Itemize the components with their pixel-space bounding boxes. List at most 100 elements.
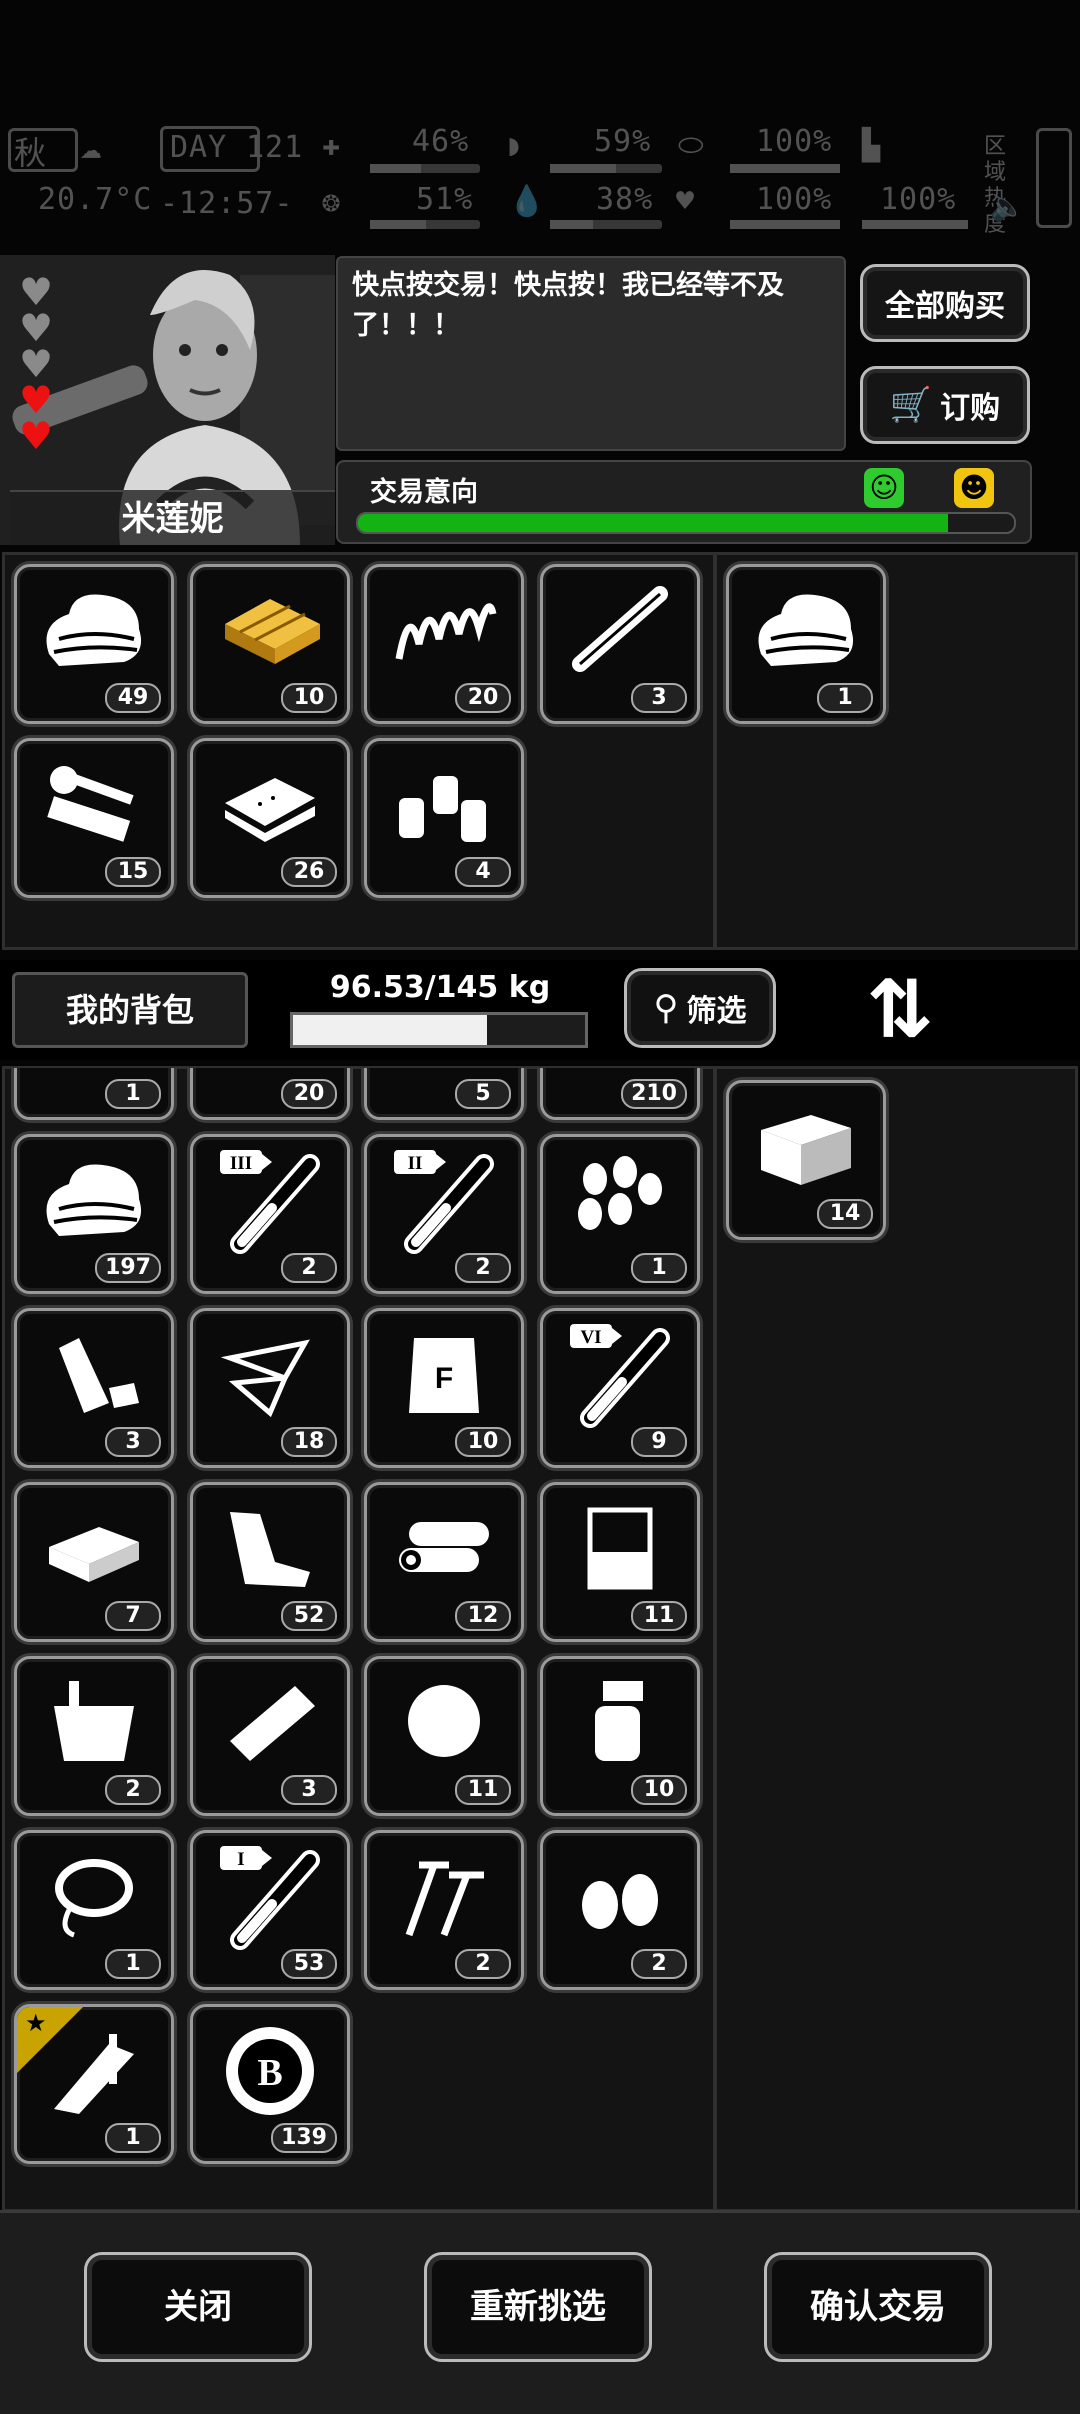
stat-value: 51% [416, 182, 474, 217]
confirm-trade-button[interactable]: 确认交易 [764, 2252, 992, 2362]
item-slot[interactable]: 1 [540, 1134, 700, 1294]
cotton-icon [367, 1659, 521, 1783]
item-slot[interactable]: 26 [190, 738, 350, 898]
item-count: 9 [631, 1427, 687, 1457]
item-slot[interactable]: 7 [14, 1482, 174, 1642]
item-count: 2 [455, 1253, 511, 1283]
item-slot[interactable]: 11 [364, 1656, 524, 1816]
item-slot[interactable]: 11 [540, 1482, 700, 1642]
item-slot[interactable]: 2 [14, 1656, 174, 1816]
temperature: 20.7°C [38, 182, 153, 217]
item-count: 10 [455, 1427, 511, 1457]
stat-bar [370, 220, 480, 229]
item-slot[interactable]: 10 [190, 564, 350, 724]
logs-icon [367, 1485, 521, 1609]
item-slot[interactable]: 15 [14, 738, 174, 898]
item-slot[interactable]: 14 [726, 1080, 886, 1240]
flour-sack-icon: F [367, 1311, 521, 1435]
star-icon: ★ [25, 2009, 47, 2037]
swap-icon[interactable]: ⇅ [850, 960, 950, 1060]
bag-item-grid: 1 20 5 210 197 III 2 II 2 1 3 18 F 10 VI 9 7 52 12 11 2 3 11 10… [0, 1068, 714, 2210]
item-count: 1 [105, 2123, 161, 2153]
item-count: 3 [105, 1427, 161, 1457]
nails-icon [367, 1833, 521, 1957]
item-count: 1 [105, 1949, 161, 1979]
item-count: 1 [631, 1253, 687, 1283]
item-slot[interactable]: 18 [190, 1308, 350, 1468]
weight-bar-fill [293, 1015, 488, 1045]
seeds-icon [543, 1137, 697, 1261]
order-button[interactable]: 🛒 订购 [860, 366, 1030, 444]
item-slot[interactable]: 1 [726, 564, 886, 724]
buy-all-button[interactable]: 全部购买 [860, 264, 1030, 342]
bread-icon [193, 741, 347, 865]
rope-icon [17, 1833, 171, 1957]
cart-icon: 🛒 [889, 385, 933, 425]
item-slot[interactable]: 1 ★ [14, 2004, 174, 2164]
my-bag-tab[interactable]: 我的背包 [12, 972, 248, 1048]
item-slot[interactable]: 3 [540, 564, 700, 724]
pipe-icon [543, 567, 697, 691]
item-slot[interactable]: B 139 [190, 2004, 350, 2164]
item-slot[interactable]: F 10 [364, 1308, 524, 1468]
item-count: 210 [621, 1079, 687, 1109]
item-slot[interactable]: 49 [14, 564, 174, 724]
item-slot[interactable]: 10 [540, 1656, 700, 1816]
item-count: 1 [105, 1079, 161, 1109]
clock: -12:57- [160, 186, 294, 221]
stat-value: 38% [596, 182, 654, 217]
water-icon: 💧 [508, 184, 547, 219]
beaker-icon [543, 1485, 697, 1609]
item-slot[interactable]: 2 [540, 1830, 700, 1990]
spray-bottle-icon [543, 1659, 697, 1783]
weather-icon: ☁ [80, 126, 103, 167]
order-label: 订购 [940, 391, 1001, 426]
filter-label: 筛选 [686, 994, 747, 1029]
filter-button[interactable]: ⚲ 筛选 [624, 968, 776, 1048]
search-icon: ⚲ [653, 988, 679, 1028]
item-slot[interactable]: 4 [364, 738, 524, 898]
item-slot[interactable]: 3 [14, 1308, 174, 1468]
stat-bar [550, 220, 662, 229]
item-slot[interactable]: 20 [190, 1068, 350, 1120]
trade-screen: { "status": { "season": "秋", "day_label"… [0, 0, 1080, 2414]
bucket-icon [17, 1659, 171, 1783]
item-count: 3 [631, 683, 687, 713]
item-count: 3 [281, 1775, 337, 1805]
day-number: 121 [246, 130, 304, 165]
item-slot[interactable]: 210 [540, 1068, 700, 1120]
weight-bar [290, 1012, 588, 1048]
heart-full-icon: ♥ [18, 414, 54, 458]
reselect-button[interactable]: 重新挑选 [424, 2252, 652, 2362]
bitcoin-chip-icon: B [193, 2007, 347, 2131]
trade-intent-panel: 交易意向 ☺ ☻ [336, 460, 1032, 544]
item-slot[interactable]: I 53 [190, 1830, 350, 1990]
season-label: 秋 [14, 134, 48, 172]
item-slot[interactable]: 5 [364, 1068, 524, 1120]
item-slot[interactable]: III 2 [190, 1134, 350, 1294]
item-count: 12 [455, 1601, 511, 1631]
pill-icon: ⬭ [678, 128, 705, 163]
happy-face-icon: ☺ [864, 468, 904, 508]
stat-value: 100% [756, 124, 833, 159]
item-slot[interactable]: VI 9 [540, 1308, 700, 1468]
item-slot[interactable]: 1 [14, 1068, 174, 1120]
item-count: 26 [281, 857, 337, 887]
laugh-face-icon: ☻ [954, 468, 994, 508]
close-button[interactable]: 关闭 [84, 2252, 312, 2362]
item-count: 2 [631, 1949, 687, 1979]
item-slot[interactable]: 1 [14, 1830, 174, 1990]
item-slot[interactable]: 52 [190, 1482, 350, 1642]
medkit-icon: ✚ [322, 128, 342, 163]
item-slot[interactable]: 197 [14, 1134, 174, 1294]
cash-icon [17, 1485, 171, 1609]
buy-all-label: 全部购买 [885, 289, 1005, 324]
item-count: 197 [95, 1253, 161, 1283]
intent-bar [356, 512, 1016, 534]
item-slot[interactable]: 20 [364, 564, 524, 724]
item-slot[interactable]: 12 [364, 1482, 524, 1642]
item-slot[interactable]: 3 [190, 1656, 350, 1816]
item-slot[interactable]: 2 [364, 1830, 524, 1990]
item-slot[interactable]: II 2 [364, 1134, 524, 1294]
spice-bottles-icon [367, 741, 521, 865]
